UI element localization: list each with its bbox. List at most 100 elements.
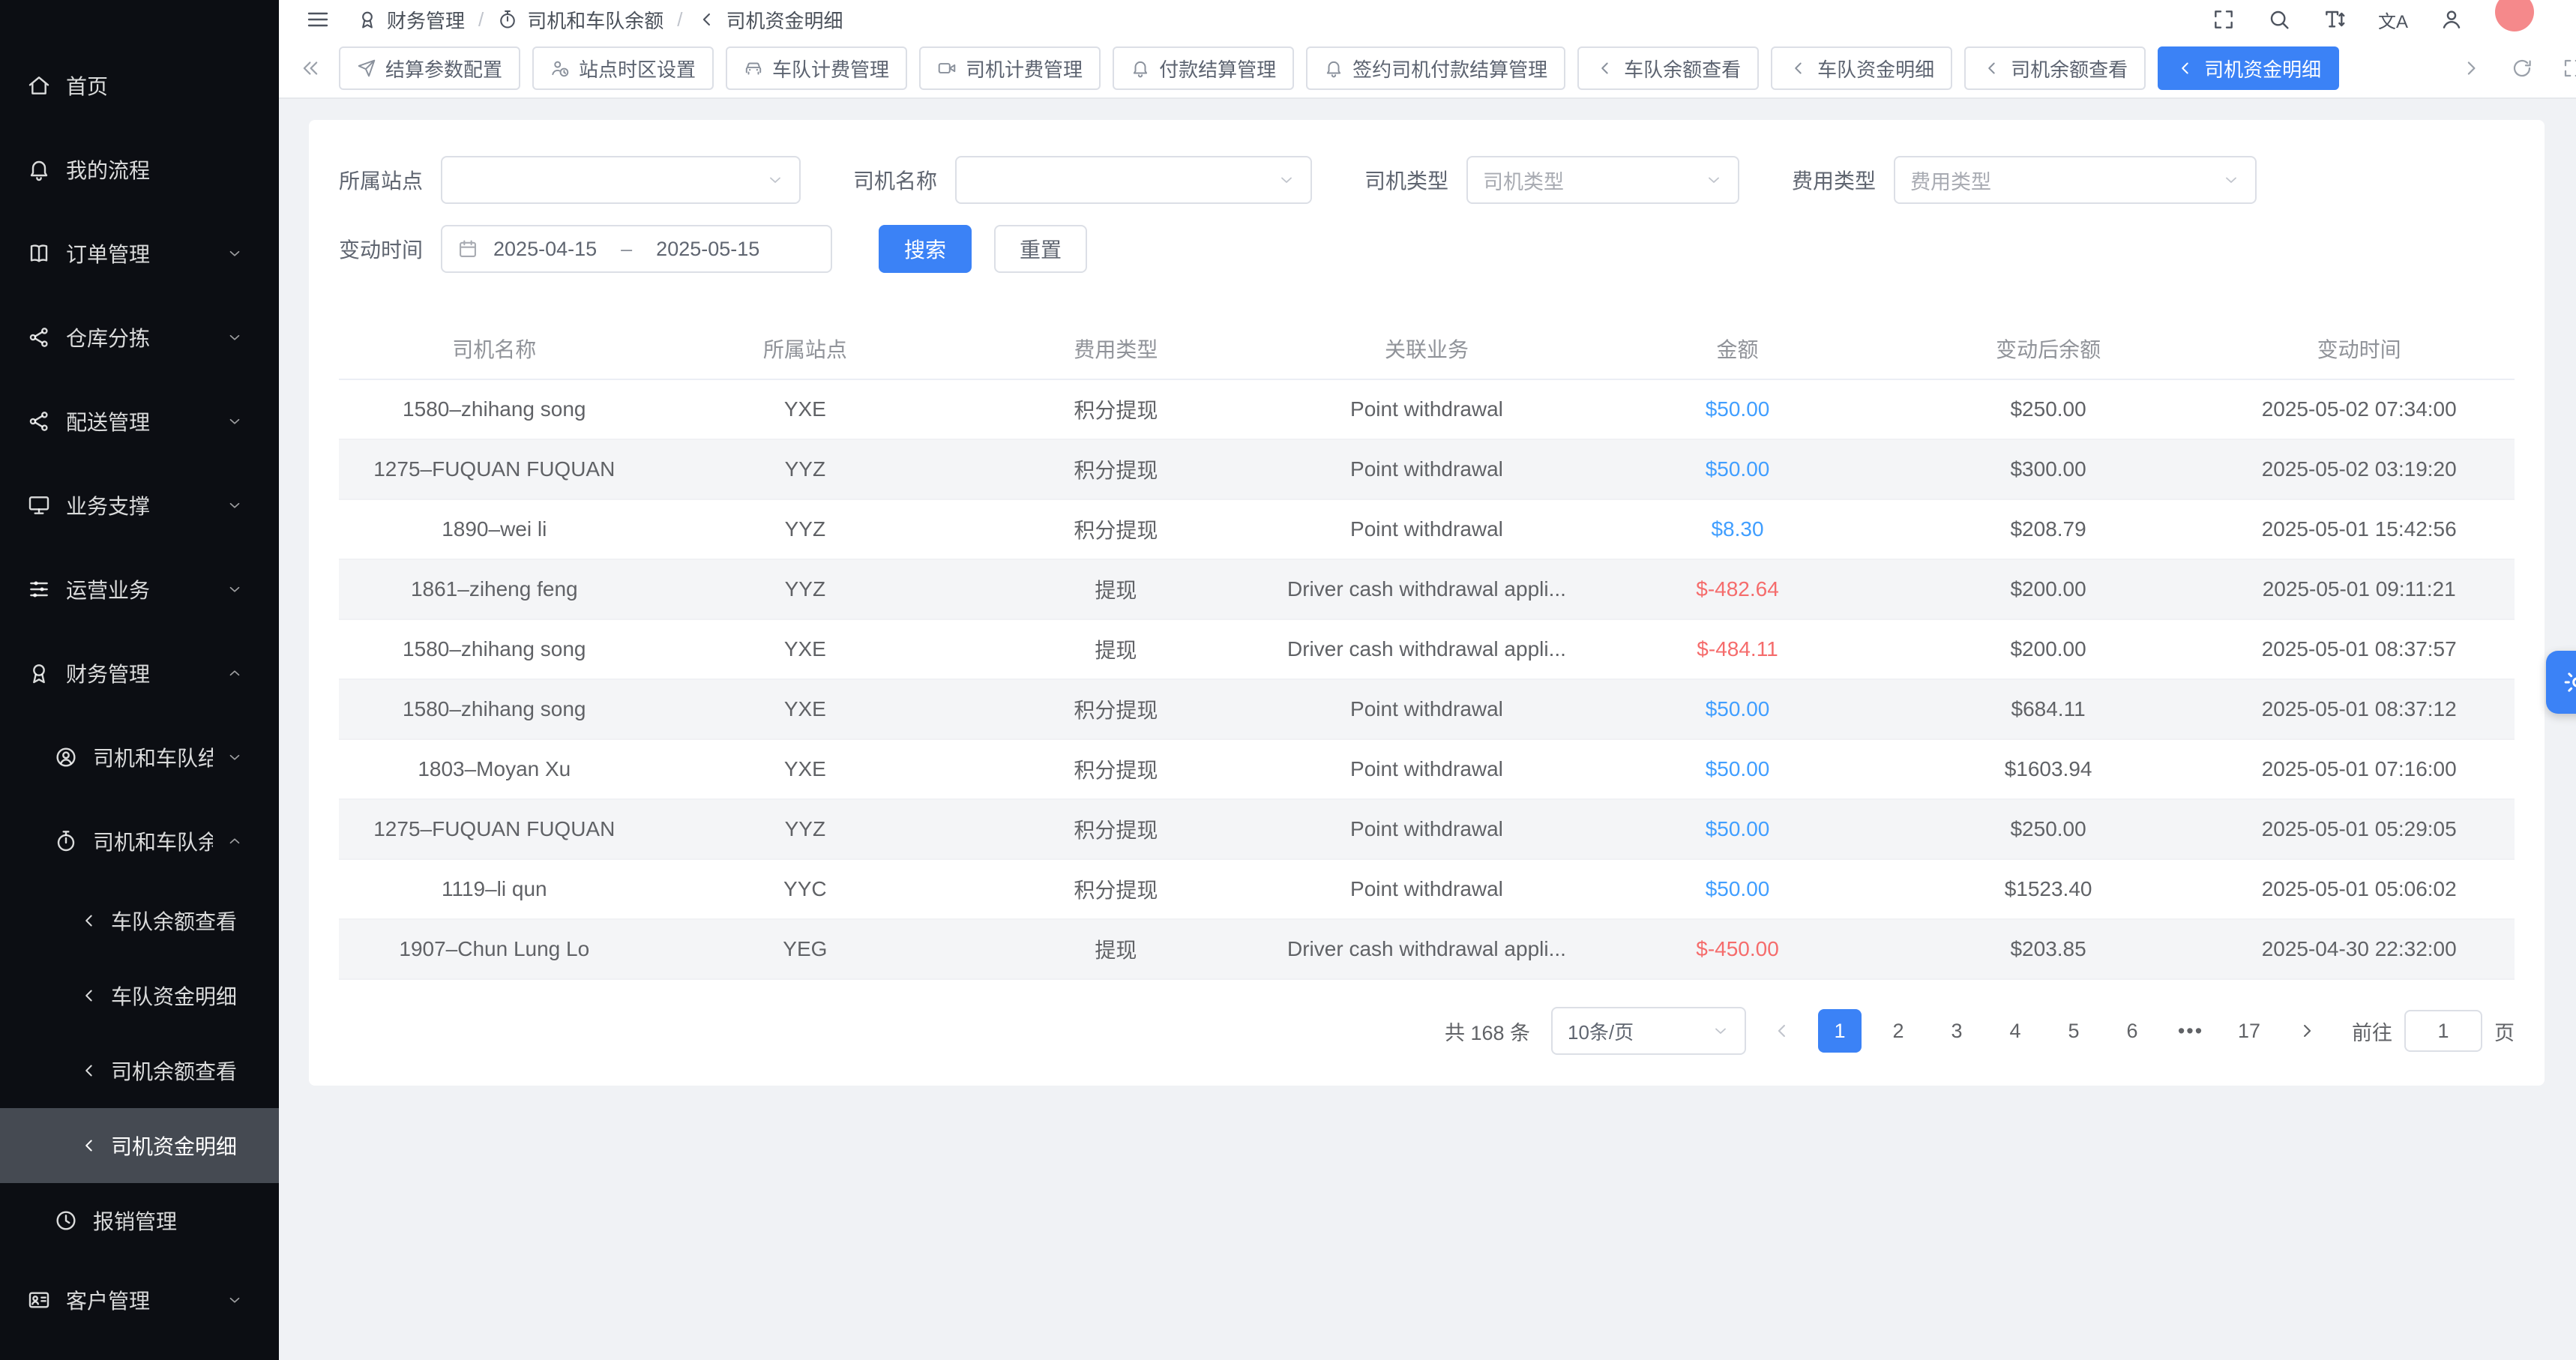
page-button-5[interactable]: 5 <box>2052 1009 2095 1053</box>
search-button[interactable]: 搜索 <box>879 225 972 273</box>
cell-station: YEG <box>650 919 961 979</box>
pages-ellipsis[interactable]: ••• <box>2169 1020 2212 1043</box>
timer-icon <box>497 9 518 30</box>
page-button-2[interactable]: 2 <box>1877 1009 1920 1053</box>
avatar[interactable] <box>2495 0 2534 31</box>
sidebar-item-fleet-fund-detail[interactable]: 车队资金明细 <box>0 958 279 1033</box>
table-row: 1907–Chun Lung Lo YEG 提现 Driver cash wit… <box>339 919 2515 979</box>
hamburger-menu-icon[interactable] <box>306 7 330 31</box>
fullscreen-icon <box>2562 57 2576 79</box>
driver-type-label: 司机类型 <box>1364 165 1448 195</box>
cell-fee: 积分提现 <box>960 739 1272 799</box>
send-icon <box>357 58 376 78</box>
sidebar-item-delivery[interactable]: 配送管理 <box>0 379 279 463</box>
sidebar-item-customers[interactable]: 客户管理 <box>0 1258 279 1342</box>
col-driver-name: 司机名称 <box>339 318 650 379</box>
nodes-icon <box>27 325 51 349</box>
cell-balance: $250.00 <box>1893 379 2204 439</box>
next-page-button[interactable] <box>2286 1010 2328 1052</box>
chevron-left-icon <box>696 9 717 30</box>
reset-button[interactable]: 重置 <box>994 225 1087 273</box>
table-row: 1580–zhihang song YXE 积分提现 Point withdra… <box>339 379 2515 439</box>
tab-settlement-params[interactable]: 结算参数配置 <box>339 46 520 90</box>
sidebar: 首页 我的流程 订单管理 仓库分拣 配送管理 业务支撑 运营业务 <box>0 0 279 1360</box>
tab-fleet-billing[interactable]: 车队计费管理 <box>726 46 907 90</box>
tab-fleet-fund-detail[interactable]: 车队资金明细 <box>1771 46 1952 90</box>
translate-icon[interactable]: 文A <box>2378 7 2408 33</box>
sidebar-item-expense-management[interactable]: 报销管理 <box>0 1183 279 1258</box>
breadcrumb-label: 司机和车队余额 <box>527 6 663 34</box>
settings-float-button[interactable] <box>2546 651 2576 714</box>
table-row: 1275–FUQUAN FUQUAN YYZ 积分提现 Point withdr… <box>339 439 2515 499</box>
page-button-6[interactable]: 6 <box>2110 1009 2154 1053</box>
sidebar-item-driver-fleet-settlement[interactable]: 司机和车队结算 <box>0 715 279 799</box>
prev-page-button[interactable] <box>1761 1010 1803 1052</box>
driver-type-select[interactable]: 司机类型 <box>1466 156 1739 204</box>
fee-type-select[interactable]: 费用类型 <box>1894 156 2257 204</box>
tab-contracted-driver-settlement[interactable]: 签约司机付款结算管理 <box>1306 46 1565 90</box>
refresh-button[interactable] <box>2506 57 2539 79</box>
sidebar-item-home[interactable]: 首页 <box>0 43 279 127</box>
tab-fleet-balance-view[interactable]: 车队余额查看 <box>1577 46 1759 90</box>
sidebar-item-driver-fleet-balance[interactable]: 司机和车队余额 <box>0 799 279 883</box>
sidebar-item-label: 财务管理 <box>66 658 150 688</box>
tab-payment-settlement[interactable]: 付款结算管理 <box>1113 46 1294 90</box>
station-select[interactable] <box>441 156 801 204</box>
chevrons-left-icon <box>299 57 322 79</box>
user-icon[interactable] <box>2440 7 2464 31</box>
table-row: 1275–FUQUAN FUQUAN YYZ 积分提现 Point withdr… <box>339 799 2515 859</box>
cell-station: YYZ <box>650 559 961 619</box>
tabs-more-button[interactable] <box>2557 57 2576 79</box>
breadcrumb-separator: / <box>478 8 484 31</box>
tab-station-timezone[interactable]: 站点时区设置 <box>532 46 714 90</box>
sidebar-item-warehouse-sorting[interactable]: 仓库分拣 <box>0 295 279 379</box>
tabs-scroll-right-button[interactable] <box>2455 57 2488 79</box>
chevron-up-icon <box>226 833 243 849</box>
filter-row-1: 所属站点 司机名称 司机类型 司机类型 <box>339 156 2515 204</box>
date-range-picker[interactable]: 2025-04-15 – 2025-05-15 <box>441 225 832 273</box>
sidebar-item-label: 首页 <box>66 70 108 100</box>
sidebar-item-fleet-balance-view[interactable]: 车队余额查看 <box>0 883 279 958</box>
sidebar-item-driver-balance-view[interactable]: 司机余额查看 <box>0 1033 279 1108</box>
tabs-scroll-left-button[interactable] <box>294 57 327 79</box>
sidebar-item-driver-fund-detail[interactable]: 司机资金明细 <box>0 1108 279 1183</box>
filter-row-2: 变动时间 2025-04-15 – 2025-05-15 搜索 重置 <box>339 225 2515 273</box>
cell-business: Point withdrawal <box>1272 799 1583 859</box>
tab-label: 车队余额查看 <box>1624 55 1741 82</box>
cell-time: 2025-05-01 07:16:00 <box>2203 739 2515 799</box>
cell-business: Point withdrawal <box>1272 499 1583 559</box>
tab-driver-billing[interactable]: 司机计费管理 <box>919 46 1101 90</box>
cell-business: Point withdrawal <box>1272 679 1583 739</box>
tab-label: 车队资金明细 <box>1817 55 1934 82</box>
tab-driver-fund-detail[interactable]: 司机资金明细 <box>2158 46 2339 90</box>
sidebar-item-label: 我的流程 <box>66 154 150 184</box>
cell-driver: 1275–FUQUAN FUQUAN <box>339 799 650 859</box>
sidebar-item-orders[interactable]: 订单管理 <box>0 211 279 295</box>
book-icon <box>27 241 51 265</box>
table-header-row: 司机名称 所属站点 费用类型 关联业务 金额 变动后余额 变动时间 <box>339 318 2515 379</box>
search-icon[interactable] <box>2267 7 2291 31</box>
driver-name-select[interactable] <box>955 156 1312 204</box>
sidebar-item-operations[interactable]: 运营业务 <box>0 547 279 631</box>
breadcrumb-item-driver-fleet-balance[interactable]: 司机和车队余额 <box>497 6 663 34</box>
chevron-left-icon <box>79 911 99 930</box>
breadcrumb-item-driver-fund-detail[interactable]: 司机资金明细 <box>696 6 843 34</box>
page-button-17[interactable]: 17 <box>2227 1009 2271 1053</box>
text-height-icon[interactable] <box>2323 7 2347 31</box>
breadcrumb-item-finance[interactable]: 财务管理 <box>357 6 465 34</box>
tab-driver-balance-view[interactable]: 司机余额查看 <box>1964 46 2146 90</box>
badge-icon <box>27 661 51 685</box>
fee-type-label: 费用类型 <box>1792 165 1876 195</box>
page-size-select[interactable]: 10条/页 <box>1551 1007 1746 1055</box>
page-button-4[interactable]: 4 <box>1993 1009 2037 1053</box>
filter-fee-type: 费用类型 费用类型 <box>1792 156 2257 204</box>
page-button-1[interactable]: 1 <box>1818 1009 1862 1053</box>
goto-page-input[interactable] <box>2404 1010 2482 1052</box>
cell-amount: $8.30 <box>1582 499 1893 559</box>
sidebar-item-finance[interactable]: 财务管理 <box>0 631 279 715</box>
fullscreen-icon[interactable] <box>2212 7 2236 31</box>
cell-time: 2025-05-01 05:29:05 <box>2203 799 2515 859</box>
page-button-3[interactable]: 3 <box>1935 1009 1978 1053</box>
sidebar-item-my-flows[interactable]: 我的流程 <box>0 127 279 211</box>
sidebar-item-business-support[interactable]: 业务支撑 <box>0 463 279 547</box>
